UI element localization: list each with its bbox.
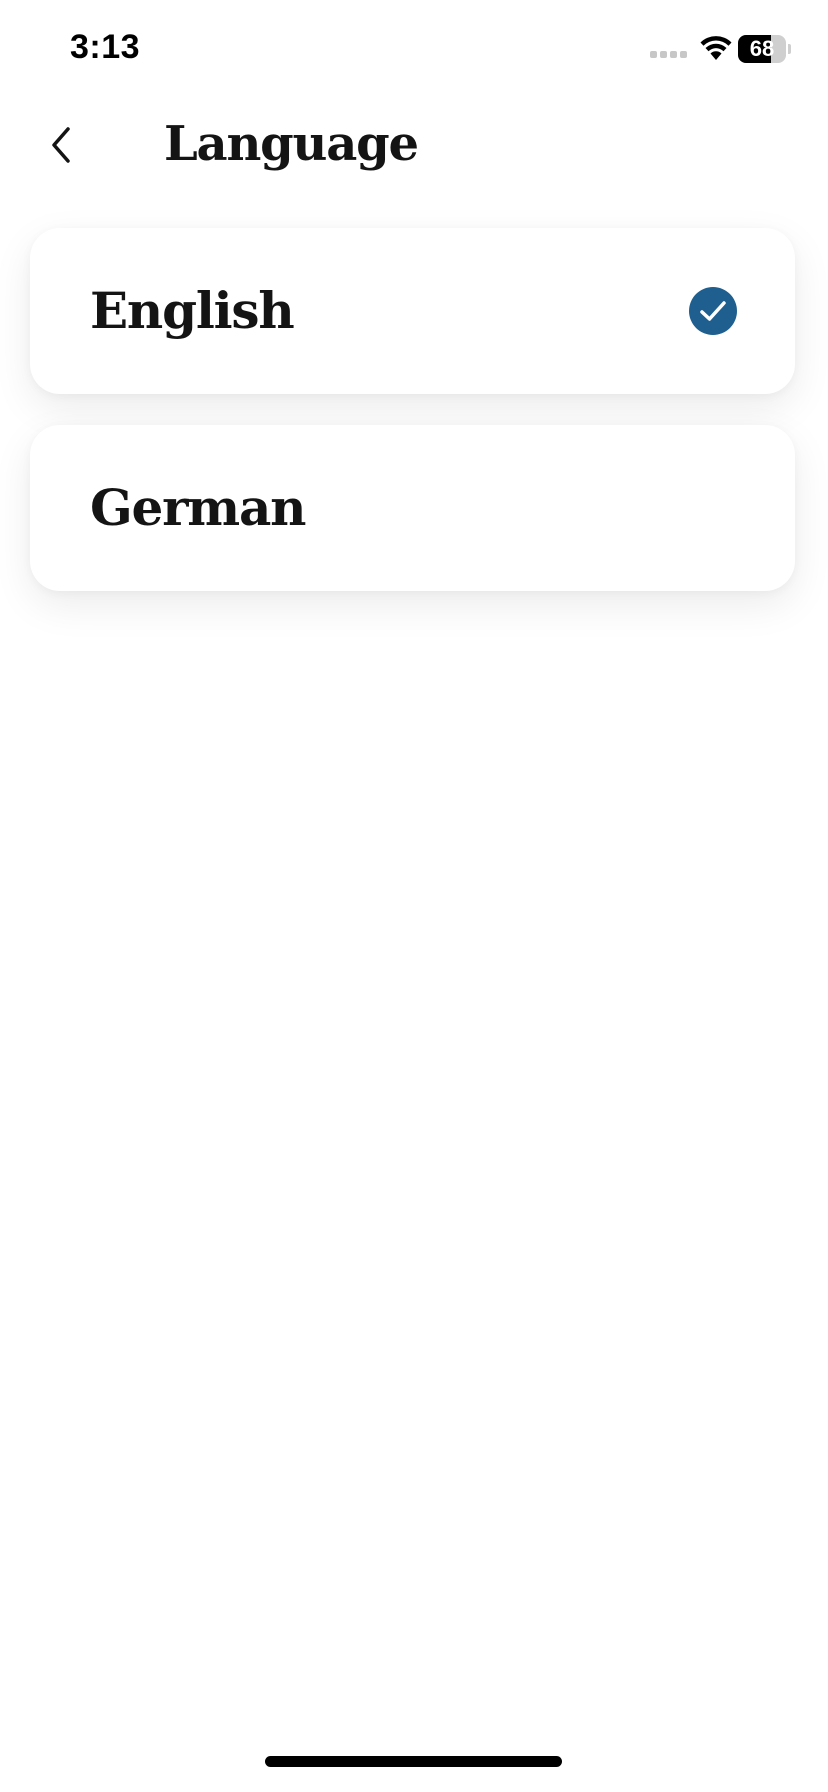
page-title: Language — [164, 116, 419, 172]
signal-icon — [650, 51, 687, 58]
language-option-label: English — [90, 281, 295, 340]
back-button[interactable] — [30, 110, 90, 180]
home-indicator — [265, 1756, 562, 1767]
language-option-german[interactable]: German — [30, 425, 795, 591]
battery-level: 68 — [749, 36, 775, 61]
checkmark-icon — [689, 287, 737, 335]
language-list: English German — [30, 228, 795, 622]
chevron-left-icon — [52, 127, 70, 163]
language-option-english[interactable]: English — [30, 228, 795, 394]
battery-icon: 68 — [738, 35, 791, 63]
status-icons: 68 — [628, 32, 828, 66]
wifi-icon — [700, 36, 732, 60]
language-option-label: German — [90, 478, 307, 537]
status-bar: 3:13 68 — [0, 0, 828, 100]
status-time: 3:13 — [70, 28, 141, 66]
header: Language — [0, 100, 828, 200]
